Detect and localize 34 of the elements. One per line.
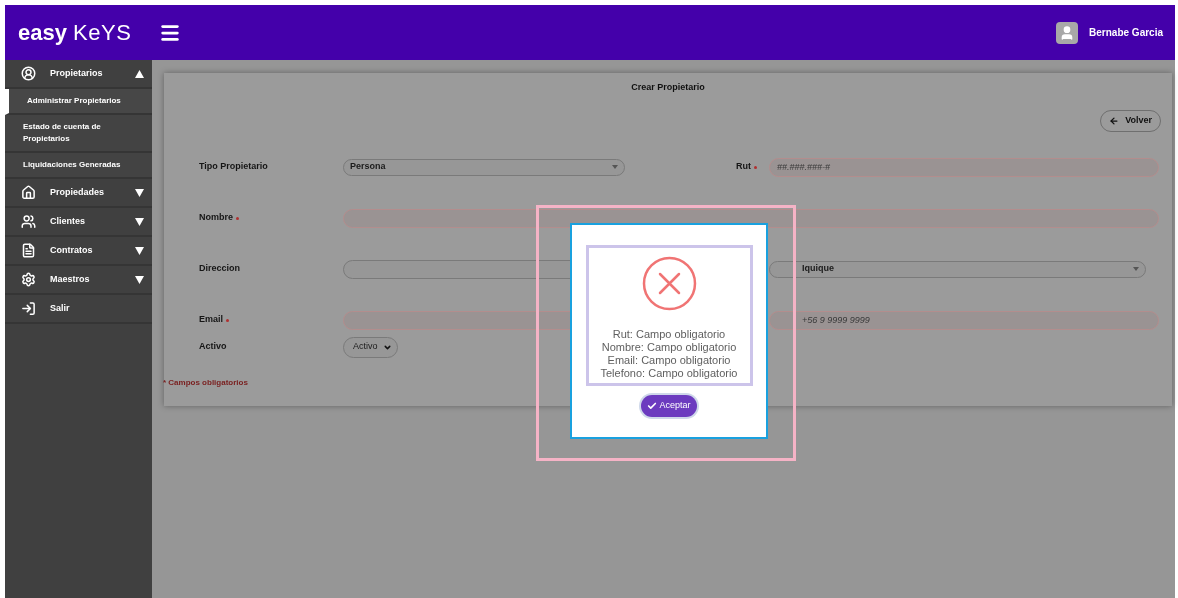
accept-button[interactable]: Aceptar — [641, 395, 697, 417]
avatar-icon[interactable] — [1056, 21, 1079, 44]
field-label: Rut — [633, 160, 761, 174]
error-icon — [641, 256, 697, 311]
required-note: * Campos obligatorios — [163, 376, 249, 389]
document-icon — [21, 243, 36, 258]
user-name[interactable]: Bernabe Garcia — [1089, 25, 1163, 40]
select-field[interactable]: Persona — [343, 158, 625, 176]
caret-down-icon — [612, 165, 618, 169]
input-field[interactable] — [343, 208, 1159, 228]
field-label: Email — [199, 313, 335, 327]
field-label: Nombre — [199, 211, 335, 225]
submenu-item[interactable]: Administrar Propietarios — [5, 89, 152, 115]
select-field[interactable]: Iquique — [769, 260, 1146, 278]
door-icon — [21, 301, 36, 316]
arrow-left-icon — [1109, 115, 1120, 126]
error-message: Telefono: Campo obligatorio — [600, 367, 738, 380]
field-label: Tipo Propietario — [199, 160, 269, 174]
error-message: Email: Campo obligatorio — [607, 354, 731, 367]
logo: easy KeYS — [18, 21, 132, 44]
caret-down-icon — [1133, 267, 1139, 271]
field-label: Direccion — [199, 262, 241, 276]
input-field[interactable]: ##.###.###-# — [769, 157, 1159, 177]
check-icon — [647, 401, 658, 411]
people-icon — [21, 214, 36, 229]
select-field[interactable]: Activo — [343, 336, 398, 358]
error-message: Nombre: Campo obligatorio — [601, 341, 737, 354]
settings-icon — [21, 272, 36, 287]
error-message: Rut: Campo obligatorio — [612, 328, 726, 341]
house-icon — [21, 185, 36, 200]
user-circle-icon — [21, 66, 36, 81]
field-label: Activo — [199, 340, 228, 354]
input-field[interactable]: +56 9 9999 9999 — [769, 310, 1159, 330]
form-title: Crear Propietario — [630, 81, 706, 94]
